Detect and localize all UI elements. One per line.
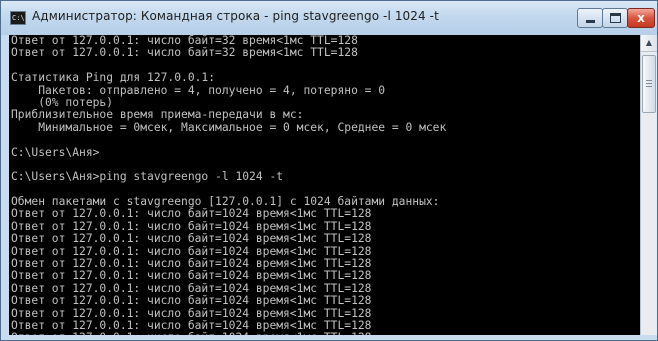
console-line: C:\Users\Аня>ping stavgreengo -l 1024 -t (11, 170, 284, 184)
console-line: Ответ от 127.0.0.1: число байт=32 время<… (11, 46, 358, 60)
minimize-button[interactable] (577, 8, 603, 28)
close-icon: x (637, 11, 645, 25)
window-title: Администратор: Командная строка - ping s… (32, 9, 439, 23)
vertical-scrollbar[interactable]: ▲ (640, 35, 657, 335)
console-line: Приблизительное время приема-передачи в … (11, 108, 304, 122)
close-button[interactable]: x (627, 8, 655, 28)
scrollbar-thumb[interactable] (642, 55, 656, 113)
console-line: Ответ от 127.0.0.1: число байт=1024 врем… (11, 232, 372, 246)
scroll-up-arrow-icon[interactable]: ▲ (641, 35, 657, 52)
grip-line (646, 86, 652, 87)
maximize-icon (610, 13, 621, 23)
console-line: Ответ от 127.0.0.1: число байт=1024 врем… (11, 269, 372, 283)
console-line: C:\Users\Аня> (11, 145, 100, 159)
cmd-icon[interactable]: C:\ (10, 11, 26, 25)
minimize-icon (586, 20, 595, 23)
console-text: Ответ от 127.0.0.1: число байт=32 время<… (11, 35, 446, 335)
grip-line (646, 80, 652, 81)
console-line: Минимальное = 0мсек, Максимальное = 0 мс… (11, 120, 447, 134)
grip-line (646, 83, 652, 84)
maximize-button[interactable] (602, 8, 628, 28)
command-prompt-window: C:\ Администратор: Командная строка - pi… (0, 0, 658, 341)
console-line: Статистика Ping для 127.0.0.1: (11, 71, 216, 85)
console-output[interactable]: Ответ от 127.0.0.1: число байт=32 время<… (9, 35, 640, 335)
console-line: Ответ от 127.0.0.1: число байт=1024 врем… (11, 294, 372, 308)
console-line: Ответ от 127.0.0.1: число байт=1024 врем… (11, 331, 446, 335)
console-line: Ответ от 127.0.0.1: число байт=1024 врем… (11, 207, 372, 221)
title-bar[interactable]: C:\ Администратор: Командная строка - pi… (1, 1, 657, 35)
